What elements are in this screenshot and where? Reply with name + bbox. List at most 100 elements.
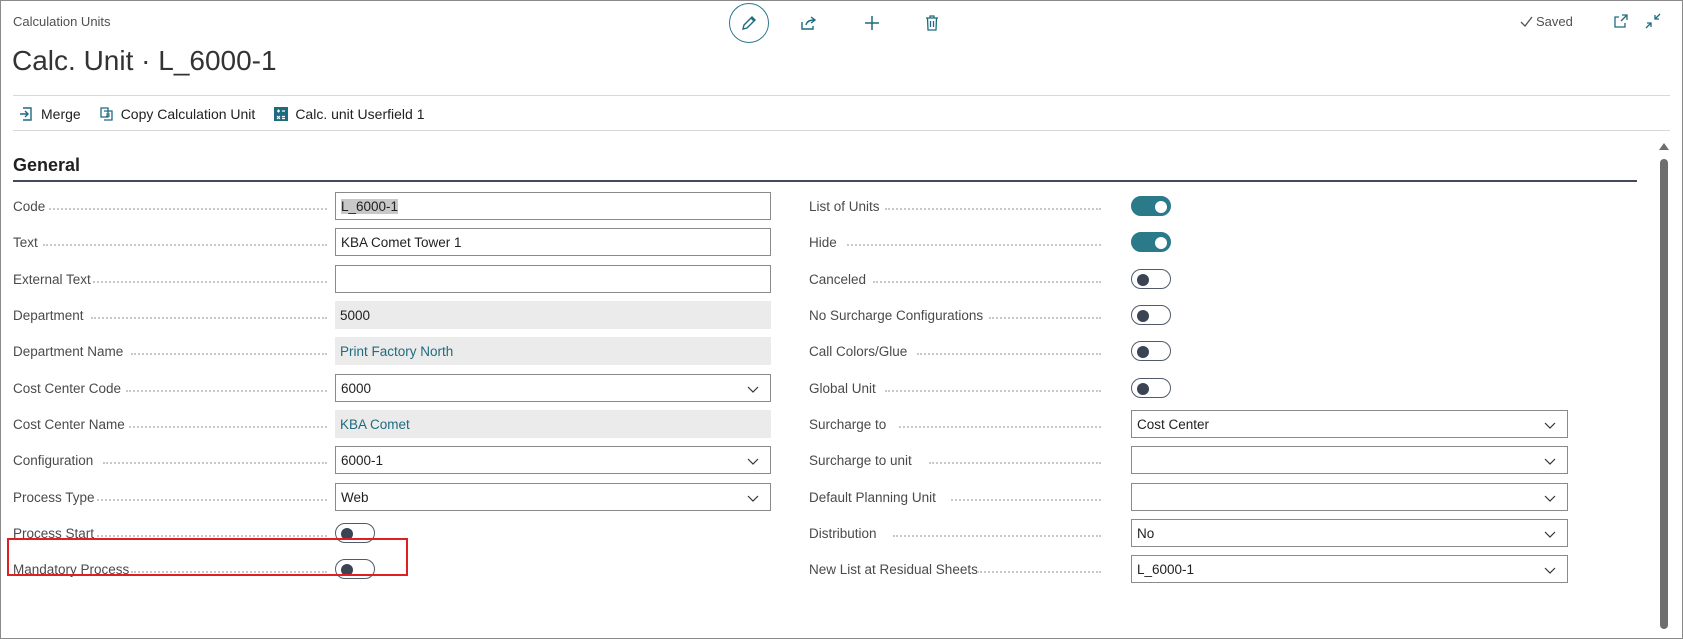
new-list-residual-sheets-label: New List at Residual Sheets [809, 561, 978, 577]
process-type-label: Process Type [13, 489, 95, 505]
department-name-field[interactable]: Print Factory North [335, 337, 771, 365]
toolbar-divider [13, 130, 1670, 131]
leader-dots [97, 499, 327, 501]
chevron-down-icon [1544, 567, 1556, 574]
leader-dots [885, 390, 1101, 392]
default-planning-unit-select[interactable] [1131, 483, 1568, 511]
calculator-icon [274, 107, 289, 121]
scroll-up-icon[interactable] [1658, 141, 1670, 151]
toggle-knob [1137, 383, 1149, 395]
chevron-down-icon [747, 495, 759, 502]
highlight-box [7, 538, 408, 576]
surcharge-to-select[interactable]: Cost Center [1131, 410, 1568, 438]
configuration-value: 6000-1 [341, 452, 384, 468]
chevron-down-icon [747, 458, 759, 465]
surcharge-to-unit-select[interactable] [1131, 446, 1568, 474]
surcharge-to-value: Cost Center [1137, 416, 1210, 432]
chevron-down-icon [1544, 495, 1556, 502]
global-unit-label: Global Unit [809, 380, 876, 396]
chevron-down-icon [1544, 531, 1556, 538]
saved-label: Saved [1536, 14, 1573, 29]
copy-calculation-unit-action[interactable]: Copy Calculation Unit [99, 106, 255, 122]
leader-dots [91, 317, 327, 319]
leader-dots [929, 462, 1101, 464]
leader-dots [917, 353, 1101, 355]
cost-center-code-label: Cost Center Code [13, 380, 122, 396]
toggle-knob [1155, 201, 1167, 213]
external-text-field[interactable] [335, 265, 771, 293]
pencil-icon [742, 16, 756, 30]
external-text-label: External Text [13, 271, 91, 287]
code-label: Code [13, 198, 46, 214]
leader-dots [977, 571, 1101, 573]
merge-action[interactable]: Merge [19, 106, 81, 122]
userfield-label: Calc. unit Userfield 1 [295, 106, 425, 122]
distribution-label: Distribution [809, 525, 877, 541]
department-field: 5000 [335, 301, 771, 329]
plus-icon [865, 16, 879, 30]
cost-center-code-value: 6000 [341, 380, 372, 396]
trash-icon [926, 15, 938, 31]
global-unit-toggle[interactable] [1131, 378, 1171, 398]
distribution-value: No [1137, 525, 1155, 541]
share-button[interactable] [789, 3, 829, 43]
canceled-label: Canceled [809, 271, 867, 287]
leader-dots [43, 244, 327, 246]
call-colors-glue-toggle[interactable] [1131, 341, 1171, 361]
call-colors-glue-label: Call Colors/Glue [809, 343, 908, 359]
no-surcharge-label: No Surcharge Configurations [809, 307, 984, 323]
new-button[interactable] [852, 3, 892, 43]
leader-dots [97, 535, 327, 537]
cost-center-name-field[interactable]: KBA Comet [335, 410, 771, 438]
saved-status: Saved [1520, 14, 1573, 29]
toggle-knob [1137, 346, 1149, 358]
section-general-title[interactable]: General [13, 155, 80, 176]
delete-button[interactable] [912, 3, 952, 43]
hide-toggle[interactable] [1131, 232, 1171, 252]
leader-dots [951, 499, 1101, 501]
leader-dots [893, 535, 1101, 537]
merge-icon [20, 107, 32, 121]
list-of-units-toggle[interactable] [1131, 196, 1171, 216]
code-field[interactable]: L_6000-1 [335, 192, 771, 220]
leader-dots [103, 462, 327, 464]
no-surcharge-toggle[interactable] [1131, 305, 1171, 325]
distribution-select[interactable]: No [1131, 519, 1568, 547]
configuration-label: Configuration [13, 452, 94, 468]
code-value: L_6000-1 [341, 198, 399, 214]
leader-dots [49, 208, 327, 210]
process-type-value: Web [341, 489, 369, 505]
process-type-select[interactable]: Web [335, 483, 771, 511]
department-label: Department [13, 307, 84, 323]
text-field[interactable]: KBA Comet Tower 1 [335, 228, 771, 256]
new-list-residual-sheets-select[interactable]: L_6000-1 [1131, 555, 1568, 583]
action-toolbar: Merge Copy Calculation Unit Calc. unit U… [19, 106, 424, 122]
leader-dots [885, 208, 1101, 210]
breadcrumb[interactable]: Calculation Units [13, 14, 111, 29]
cost-center-code-select[interactable]: 6000 [335, 374, 771, 402]
scrollbar-thumb[interactable] [1660, 159, 1668, 629]
list-of-units-label: List of Units [809, 198, 880, 214]
section-divider [13, 180, 1637, 182]
leader-dots [989, 317, 1101, 319]
open-new-window-button[interactable] [1613, 13, 1629, 34]
toggle-knob [1137, 310, 1149, 322]
text-label: Text [13, 234, 38, 250]
surcharge-to-label: Surcharge to [809, 416, 887, 432]
collapse-icon [1645, 13, 1661, 29]
header-divider [13, 95, 1670, 96]
copy-icon [100, 107, 113, 121]
canceled-toggle[interactable] [1131, 269, 1171, 289]
toggle-knob [1155, 237, 1167, 249]
userfield-action[interactable]: Calc. unit Userfield 1 [273, 106, 424, 122]
open-in-new-window-icon [1614, 14, 1628, 28]
surcharge-to-unit-label: Surcharge to unit [809, 452, 912, 468]
chevron-down-icon [1544, 422, 1556, 429]
edit-button[interactable] [729, 3, 769, 43]
leader-dots [93, 281, 327, 283]
chevron-down-icon [747, 386, 759, 393]
configuration-select[interactable]: 6000-1 [335, 446, 771, 474]
collapse-button[interactable] [1645, 13, 1661, 34]
leader-dots [847, 244, 1101, 246]
leader-dots [899, 426, 1101, 428]
